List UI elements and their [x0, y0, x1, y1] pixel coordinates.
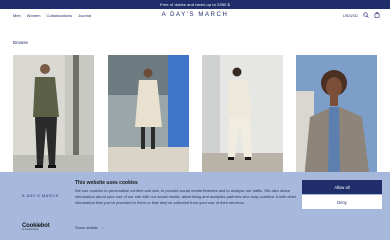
section-title: Browse: [13, 40, 29, 45]
site-logo[interactable]: A DAY'S MARCH: [0, 12, 390, 18]
deny-button[interactable]: Deny: [302, 195, 382, 209]
currency-selector[interactable]: US/USD: [343, 13, 358, 18]
search-icon[interactable]: [363, 12, 369, 18]
header-tools: US/USD: [343, 12, 380, 18]
allow-all-button[interactable]: Allow all: [302, 180, 382, 194]
product-grid: [13, 55, 377, 180]
cookiebot-logo[interactable]: Cookiebot by Usercentrics: [22, 223, 50, 231]
show-details-label: Show details: [75, 225, 98, 230]
promo-text: Free of duties and taxes up to 2950 $: [160, 2, 230, 7]
promo-bar: Free of duties and taxes up to 2950 $: [0, 0, 390, 9]
chevron-right-icon: ›: [101, 225, 104, 230]
cookie-text: We use cookies to personalise content an…: [75, 188, 297, 205]
product-image-3[interactable]: [202, 55, 283, 180]
cookie-brand-logo: A DAY'S MARCH: [22, 194, 59, 198]
product-image-4[interactable]: [296, 55, 377, 180]
cookie-title: This website uses cookies: [75, 180, 138, 186]
site-header: Men Women Collaborations Journal A DAY'S…: [0, 9, 390, 23]
show-details-link[interactable]: Show details ›: [75, 225, 103, 230]
product-image-1[interactable]: [13, 55, 94, 180]
product-image-2[interactable]: [108, 55, 189, 180]
bag-icon[interactable]: [374, 12, 380, 18]
cookie-consent-banner: A DAY'S MARCH Cookiebot by Usercentrics …: [0, 172, 390, 240]
